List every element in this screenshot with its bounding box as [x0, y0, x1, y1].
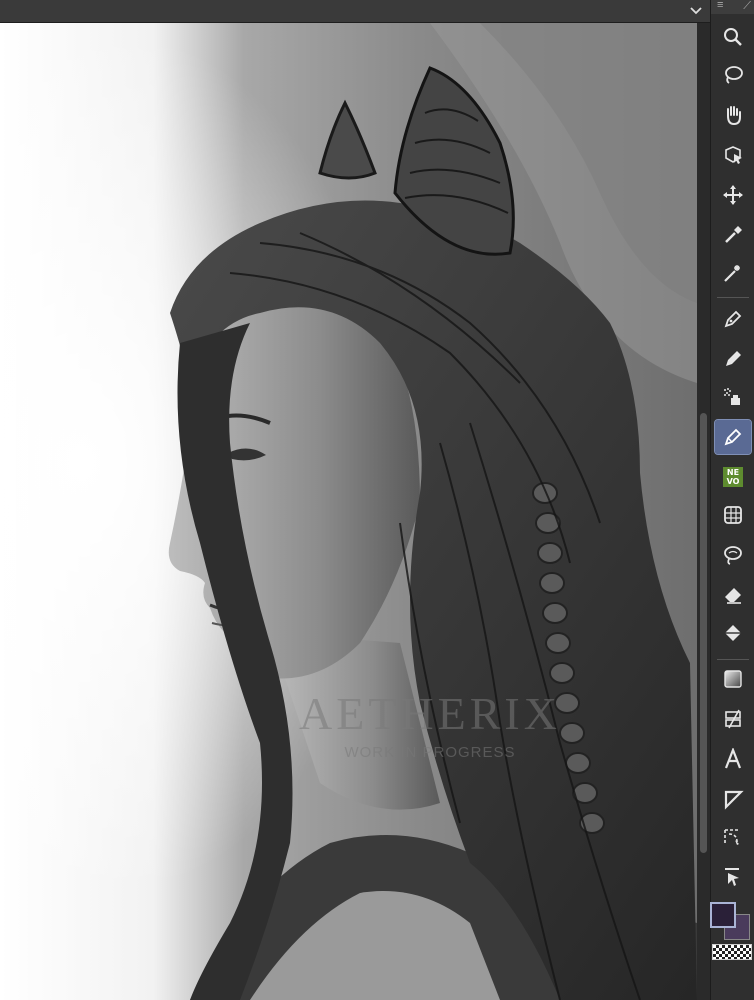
ruler-icon — [724, 829, 740, 845]
eyedropper-icon — [725, 226, 742, 243]
airbrush-tool[interactable] — [715, 380, 751, 414]
magic-wand-tool[interactable] — [715, 256, 751, 290]
frame-icon — [724, 790, 744, 810]
pattern-icon — [724, 506, 742, 524]
eraser-tool[interactable] — [715, 578, 751, 612]
tool-palette: ≡ ⟋ NE VO — [710, 0, 754, 1000]
artwork-image — [0, 23, 697, 1000]
nevo-plugin[interactable]: NE VO — [715, 460, 751, 494]
move-tool[interactable] — [715, 178, 751, 212]
palette-pin-icon[interactable]: ⟋ — [743, 0, 751, 13]
figure-tool[interactable] — [715, 702, 751, 736]
gradient-icon — [724, 670, 742, 688]
text-icon — [724, 748, 742, 769]
hand-icon — [727, 106, 741, 126]
palette-divider — [717, 659, 749, 660]
lasso-select-tool[interactable] — [715, 58, 751, 92]
bucket-icon — [725, 625, 741, 641]
object-cursor-icon — [725, 146, 742, 164]
brush-icon — [724, 428, 742, 446]
clip-studio-window: AETHERIX WORK IN PROGRESS ≡ ⟋ NE VO — [0, 0, 754, 1000]
transparent-color-swatch[interactable] — [712, 944, 752, 960]
brush-tool[interactable] — [714, 419, 752, 455]
hand-tool[interactable] — [715, 98, 751, 132]
figure-icon — [725, 709, 741, 729]
pencil-icon — [726, 351, 741, 366]
palette-divider — [717, 297, 749, 298]
lasso-icon — [725, 66, 743, 84]
pen-tool[interactable] — [715, 302, 751, 336]
blend-tool[interactable] — [715, 538, 751, 572]
palette-menu-icon[interactable]: ≡ — [717, 0, 723, 11]
eraser-icon — [725, 588, 741, 604]
eyedropper-tool[interactable] — [715, 218, 751, 252]
pen-nib-icon — [724, 310, 742, 328]
decoration-tool[interactable] — [715, 498, 751, 532]
ruler-tool[interactable] — [715, 820, 751, 854]
pencil-tool[interactable] — [715, 342, 751, 376]
canvas-scrollbar[interactable] — [697, 23, 710, 1000]
drawing-canvas[interactable]: AETHERIX WORK IN PROGRESS — [0, 23, 697, 1000]
scrollbar-thumb[interactable] — [700, 413, 707, 853]
zoom-tool[interactable] — [715, 20, 751, 54]
nevo-line2: VO — [726, 477, 740, 486]
move-arrows-icon — [723, 185, 743, 205]
gradient-tool[interactable] — [715, 662, 751, 696]
document-title-bar — [0, 0, 710, 23]
object-select-tool[interactable] — [715, 138, 751, 172]
main-color-swatch[interactable] — [710, 902, 736, 928]
blend-icon — [724, 546, 742, 565]
airbrush-icon — [724, 388, 740, 405]
nevo-icon: NE VO — [723, 467, 743, 487]
collapse-chevron-icon[interactable] — [688, 3, 704, 19]
text-tool[interactable] — [715, 742, 751, 776]
operation-tool[interactable] — [715, 860, 751, 894]
magnifier-icon — [724, 28, 742, 46]
magic-wand-icon — [724, 265, 740, 282]
operation-cursor-icon — [725, 868, 739, 886]
nevo-line1: NE — [726, 468, 740, 477]
frame-tool[interactable] — [715, 782, 751, 816]
tool-palette-header: ≡ ⟋ — [711, 0, 754, 14]
fill-tool[interactable] — [715, 616, 751, 650]
color-swatches — [710, 900, 754, 1000]
